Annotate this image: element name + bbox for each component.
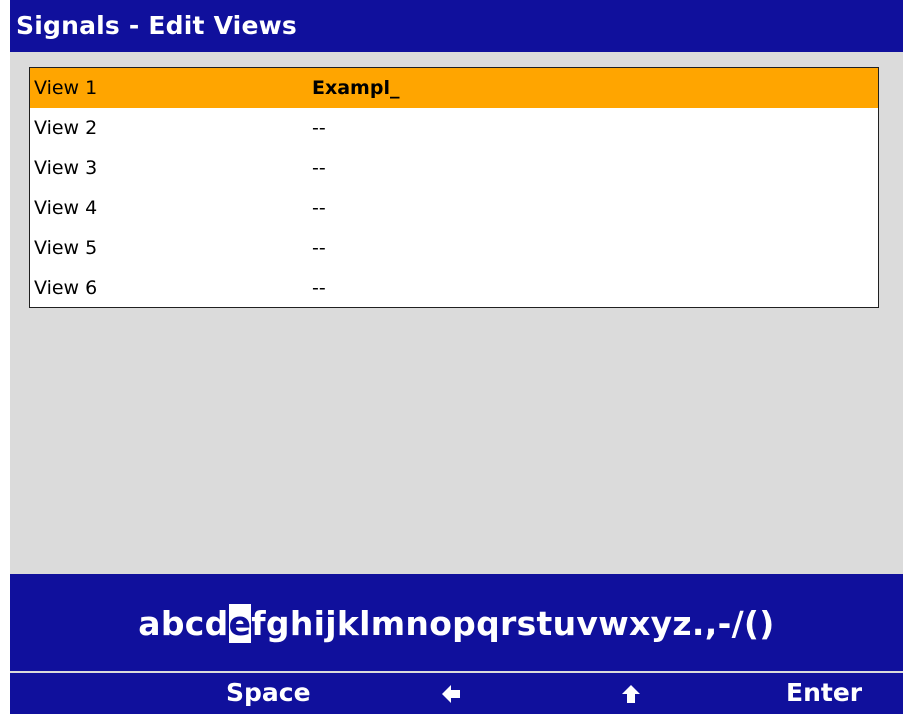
title-bar: Signals - Edit Views	[10, 0, 903, 52]
page-title: Signals - Edit Views	[16, 11, 297, 40]
view-value: --	[312, 277, 326, 299]
view-name: View 5	[34, 237, 98, 259]
views-list: View 1 Exampl_ View 2 -- View 3 -- View …	[29, 67, 879, 308]
view-row-4[interactable]: View 4 --	[30, 188, 878, 228]
view-value: --	[312, 157, 326, 179]
view-row-3[interactable]: View 3 --	[30, 148, 878, 188]
view-value: --	[312, 237, 326, 259]
selected-char[interactable]: e	[228, 604, 252, 643]
view-name: View 3	[34, 157, 98, 179]
view-name: View 4	[34, 197, 98, 219]
view-name: View 1	[34, 77, 98, 99]
view-row-1[interactable]: View 1 Exampl_	[30, 68, 878, 108]
screen: Signals - Edit Views View 1 Exampl_ View…	[10, 0, 903, 714]
space-button[interactable]: Space	[226, 678, 311, 707]
up-arrow-icon[interactable]	[622, 685, 640, 703]
character-strip[interactable]: abcdefghijklmnopqrstuvwxyz.,-/()	[10, 604, 903, 643]
view-row-6[interactable]: View 6 --	[30, 268, 878, 308]
chars-before[interactable]: abcd	[138, 604, 228, 643]
view-name: View 6	[34, 277, 98, 299]
view-value-input[interactable]: Exampl_	[312, 77, 399, 99]
view-value: --	[312, 117, 326, 139]
view-row-2[interactable]: View 2 --	[30, 108, 878, 148]
view-row-5[interactable]: View 5 --	[30, 228, 878, 268]
chars-after[interactable]: fghijklmnopqrstuvwxyz.,-/()	[251, 604, 774, 643]
softkey-bar: Space Enter	[10, 673, 903, 714]
view-name: View 2	[34, 117, 98, 139]
left-arrow-icon[interactable]	[442, 685, 462, 703]
view-value: --	[312, 197, 326, 219]
character-selector: abcdefghijklmnopqrstuvwxyz.,-/()	[10, 574, 903, 671]
enter-button[interactable]: Enter	[786, 678, 862, 707]
